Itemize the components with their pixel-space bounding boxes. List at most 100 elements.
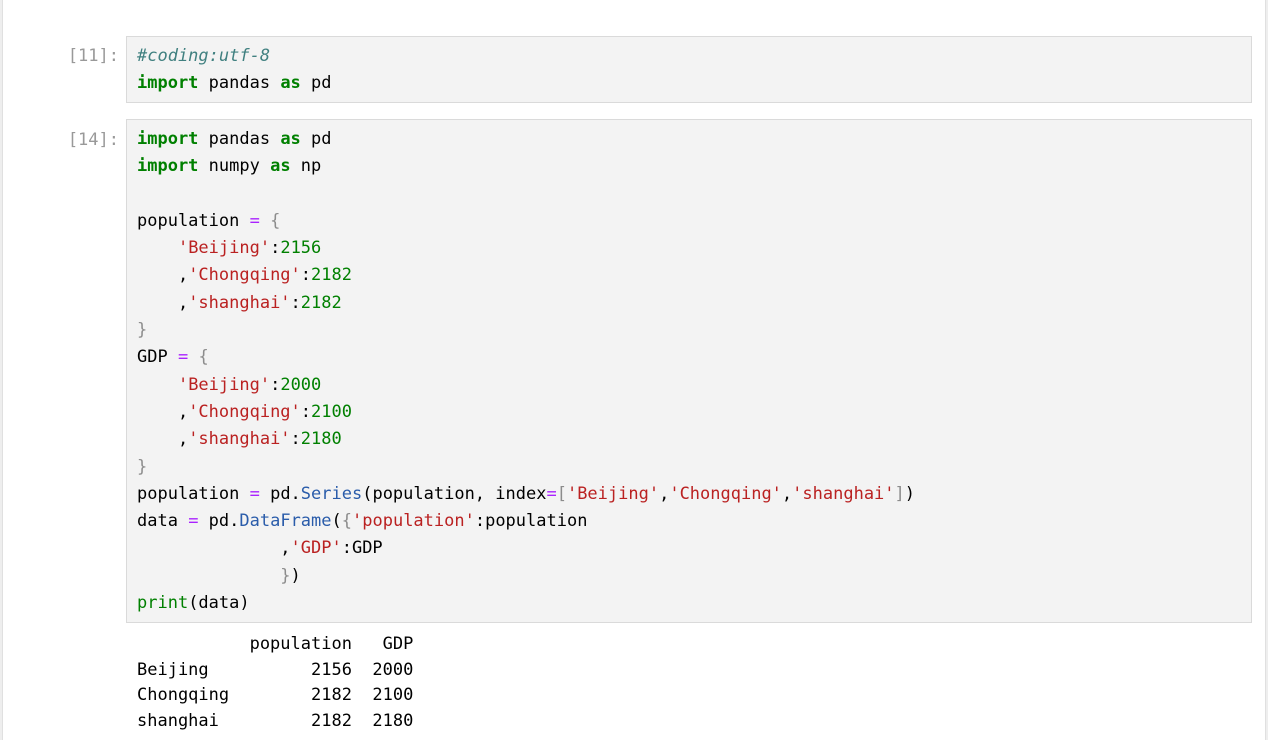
- code-token: :: [270, 238, 281, 259]
- code-token: :: [300, 265, 312, 286]
- code-line: ,'Chongqing':2100: [137, 402, 352, 422]
- code-token: =: [546, 483, 557, 504]
- code-line: 'Beijing':2156: [137, 238, 321, 258]
- code-token: population: [137, 483, 250, 504]
- code-line: ,'Chongqing':2182: [137, 265, 352, 285]
- code-line: import pandas as pd: [137, 73, 332, 93]
- code-token: ,: [781, 483, 793, 504]
- code-token: :GDP: [341, 538, 383, 559]
- code-line: 'Beijing':2000: [137, 375, 321, 395]
- code-token: 'shanghai': [792, 483, 895, 504]
- code-token: 'Chongqing': [669, 483, 782, 504]
- code-token: {: [198, 347, 209, 368]
- code-token: 2180: [300, 429, 342, 450]
- code-token: 2156: [280, 238, 322, 259]
- code-token: }: [137, 456, 148, 477]
- code-cell-input[interactable]: import pandas as pd import numpy as np p…: [126, 119, 1252, 623]
- code-line: import numpy as np: [137, 156, 321, 176]
- code-editor[interactable]: import pandas as pd import numpy as np p…: [137, 126, 1251, 617]
- code-token: pandas: [198, 73, 281, 94]
- code-token: data: [137, 511, 189, 532]
- code-token: Series: [300, 483, 363, 504]
- code-line: }: [137, 457, 147, 477]
- code-token: :: [290, 292, 301, 313]
- code-line: ,'shanghai':2180: [137, 429, 342, 449]
- code-token: 'Chongqing': [188, 265, 301, 286]
- code-token: 2100: [311, 401, 352, 422]
- code-token: {: [341, 511, 353, 532]
- code-token: }: [280, 565, 291, 586]
- code-token: ,: [137, 538, 291, 559]
- code-token: }: [137, 320, 148, 341]
- code-token: =: [177, 347, 189, 368]
- code-token: 2182: [300, 292, 342, 313]
- code-token: ,: [137, 265, 189, 286]
- notebook-area: [11]: #coding:utf-8 import pandas as pd …: [2, 0, 1266, 740]
- code-cell-input[interactable]: #coding:utf-8 import pandas as pd: [126, 36, 1252, 103]
- code-token: :population: [474, 511, 588, 532]
- code-token: pd.: [198, 511, 240, 532]
- code-token: 'shanghai': [188, 292, 291, 313]
- code-token: GDP: [137, 347, 178, 368]
- cell-prompt: [14]:: [67, 130, 119, 150]
- code-token: import: [137, 156, 199, 177]
- code-token: :: [270, 374, 281, 395]
- code-line: data = pd.DataFrame({'population':popula…: [137, 511, 587, 531]
- code-token: 'Beijing': [177, 238, 271, 259]
- code-token: pd: [300, 129, 332, 149]
- code-token: 'population': [352, 511, 475, 532]
- code-token: np: [290, 156, 322, 177]
- code-token: pd: [300, 73, 332, 94]
- code-token: =: [188, 511, 199, 532]
- code-token: :: [290, 429, 301, 450]
- code-line: ,'shanghai':2182: [137, 293, 342, 313]
- code-line: ,'GDP':GDP: [137, 538, 383, 559]
- code-token: ,: [137, 292, 189, 313]
- code-token: =: [249, 483, 260, 504]
- code-token: 2000: [280, 374, 322, 395]
- code-token: [: [556, 483, 567, 504]
- code-token: pd.: [259, 483, 301, 504]
- code-token: ]: [894, 483, 905, 504]
- code-editor[interactable]: #coding:utf-8 import pandas as pd: [137, 43, 1251, 98]
- code-token: population: [137, 210, 250, 231]
- code-line: GDP = {: [137, 347, 209, 367]
- code-token: as: [280, 73, 301, 94]
- code-token: 'shanghai': [188, 429, 291, 450]
- cell-output: population GDP Beijing 2156 2000 Chongqi…: [137, 634, 414, 731]
- cell-prompt: [11]:: [67, 46, 119, 66]
- code-token: ): [904, 483, 916, 504]
- code-token: 'GDP': [290, 538, 342, 559]
- code-line: #coding:utf-8: [137, 46, 270, 66]
- code-token: pandas: [198, 129, 281, 149]
- code-token: ): [290, 565, 301, 586]
- code-line: import pandas as pd: [137, 129, 332, 149]
- code-token: 'Beijing': [177, 374, 271, 395]
- code-line: print(data): [137, 593, 250, 613]
- code-token: 2182: [311, 265, 352, 286]
- code-token: ,: [659, 483, 670, 504]
- code-token: ,: [137, 429, 189, 450]
- code-token: as: [270, 156, 291, 177]
- code-token: #coding:utf-8: [137, 46, 271, 66]
- code-token: {: [270, 210, 281, 231]
- code-token: =: [249, 210, 260, 231]
- code-token: (population, index: [362, 483, 547, 504]
- code-line: }): [137, 566, 301, 586]
- code-token: import: [137, 73, 199, 94]
- code-line: population = {: [137, 211, 280, 231]
- code-token: print: [137, 593, 189, 614]
- code-token: import: [137, 129, 199, 149]
- code-token: as: [280, 129, 301, 149]
- code-token: ,: [137, 401, 189, 422]
- code-token: (: [331, 511, 342, 532]
- code-token: :: [300, 401, 312, 422]
- code-line: }: [137, 320, 147, 340]
- code-token: 'Beijing': [566, 483, 660, 504]
- code-token: 'Chongqing': [188, 401, 301, 422]
